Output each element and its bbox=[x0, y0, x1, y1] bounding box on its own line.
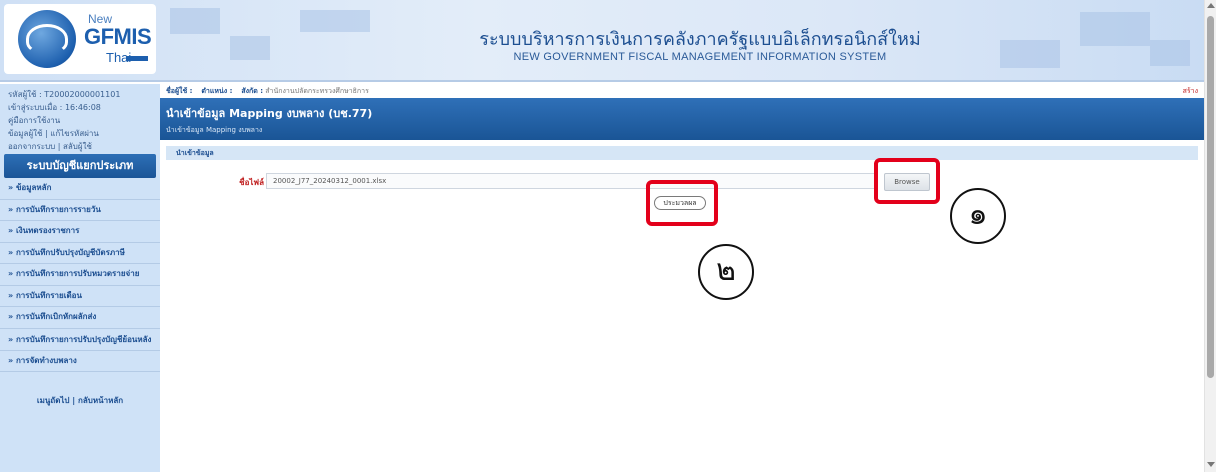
sidebar-menu: » ข้อมูลหลัก » การบันทึกรายการรายวัน » เ… bbox=[0, 178, 160, 372]
sidebar-header: ระบบบัญชีแยกประเภท bbox=[4, 154, 156, 178]
scroll-thumb[interactable] bbox=[1207, 16, 1214, 378]
file-name-input[interactable]: 20002_J77_20240312_0001.xlsx bbox=[266, 173, 878, 189]
sidebar-item-expense-adjust[interactable]: » การบันทึกรายการปรับหมวดรายจ่าย bbox=[0, 264, 160, 286]
sidebar: รหัสผู้ใช้ : T20002000001101 เข้าสู่ระบบ… bbox=[0, 84, 160, 472]
system-title-th: ระบบบริหารการเงินการคลังภาครัฐแบบอิเล็กท… bbox=[479, 29, 921, 50]
sidebar-item-monthly[interactable]: » การบันทึกรายเดือน bbox=[0, 286, 160, 307]
user-info: รหัสผู้ใช้ : T20002000001101 เข้าสู่ระบบ… bbox=[0, 84, 160, 157]
user-id-row: รหัสผู้ใช้ : T20002000001101 bbox=[8, 88, 152, 101]
next-menu-link[interactable]: เมนูถัดไป bbox=[37, 396, 70, 405]
gfmis-logo[interactable]: New GFMIS Thai bbox=[4, 4, 156, 74]
logo-bird-icon bbox=[26, 24, 68, 54]
sidebar-item-daily[interactable]: » การบันทึกรายการรายวัน bbox=[0, 200, 160, 221]
highlight-process bbox=[646, 180, 718, 226]
user-id-label: รหัสผู้ใช้ : bbox=[8, 90, 42, 99]
banner-tile bbox=[230, 36, 270, 60]
system-title-en: NEW GOVERNMENT FISCAL MANAGEMENT INFORMA… bbox=[513, 51, 887, 63]
login-time-label: เข้าสู่ระบบเมื่อ : bbox=[8, 103, 63, 112]
banner-tile bbox=[300, 10, 370, 32]
create-link[interactable]: สร้าง bbox=[1183, 84, 1198, 98]
scroll-down-icon[interactable] bbox=[1207, 462, 1215, 467]
scroll-up-icon[interactable] bbox=[1207, 3, 1215, 8]
sidebar-item-retro-adjust[interactable]: » การบันทึกรายการปรับปรุงบัญชีย้อนหลัง bbox=[0, 329, 160, 351]
annotation-step-2: ๒ bbox=[698, 244, 754, 300]
highlight-browse bbox=[874, 158, 940, 204]
banner-tile bbox=[1150, 40, 1190, 66]
agency-label: สังกัด : bbox=[241, 87, 264, 95]
user-info-link[interactable]: ข้อมูลผู้ใช้ bbox=[8, 129, 42, 138]
logo-name: GFMIS bbox=[84, 24, 152, 49]
logout-link[interactable]: ออกจากระบบ bbox=[8, 142, 55, 151]
login-time: 16:46:08 bbox=[64, 103, 101, 112]
sidebar-item-advance[interactable]: » เงินทดรองราชการ bbox=[0, 221, 160, 243]
section-header: นำเข้าข้อมูล bbox=[166, 146, 1198, 160]
page-title: นำเข้าข้อมูล Mapping งบพลาง (บช.77) bbox=[166, 107, 373, 120]
sidebar-item-tax-card[interactable]: » การบันทึกปรับปรุงบัญชีบัตรภาษี bbox=[0, 243, 160, 264]
logo-tag-icon bbox=[126, 56, 148, 61]
user-label: ชื่อผู้ใช้ : bbox=[166, 87, 193, 95]
home-link[interactable]: กลับหน้าหลัก bbox=[78, 396, 123, 405]
file-name-label: ชื่อไฟล์ bbox=[239, 178, 264, 187]
banner-tile bbox=[1080, 12, 1150, 46]
page-title-bar: นำเข้าข้อมูล Mapping งบพลาง (บช.77) นำเข… bbox=[160, 98, 1204, 140]
sidebar-item-deduction[interactable]: » การบันทึกเบิกหักผลักส่ง bbox=[0, 307, 160, 329]
user-bar: ชื่อผู้ใช้ : ตำแหน่ง : สังกัด : สำนักงาน… bbox=[160, 84, 1204, 98]
login-time-row: เข้าสู่ระบบเมื่อ : 16:46:08 bbox=[8, 101, 152, 114]
sidebar-footer: เมนูถัดไป | กลับหน้าหลัก bbox=[36, 396, 124, 405]
position-label: ตำแหน่ง : bbox=[201, 87, 233, 95]
header-banner: New GFMIS Thai ระบบบริหารการเงินการคลังภ… bbox=[0, 0, 1204, 82]
switch-user-link[interactable]: สลับผู้ใช้ bbox=[63, 142, 92, 151]
page: New GFMIS Thai ระบบบริหารการเงินการคลังภ… bbox=[0, 0, 1216, 472]
banner-tile bbox=[170, 8, 220, 34]
edit-profile-link[interactable]: แก้ไขรหัสผ่าน bbox=[50, 129, 99, 138]
agency-value: สำนักงานปลัดกระทรวงศึกษาธิการ bbox=[265, 87, 369, 95]
banner-tile bbox=[1000, 40, 1060, 68]
manual-link[interactable]: คู่มือการใช้งาน bbox=[8, 116, 60, 125]
page-scrollbar[interactable] bbox=[1204, 0, 1216, 472]
annotation-step-1: ๑ bbox=[950, 188, 1006, 244]
user-id: T20002000001101 bbox=[44, 90, 121, 99]
sidebar-item-master-data[interactable]: » ข้อมูลหลัก bbox=[0, 178, 160, 200]
sidebar-item-budget[interactable]: » การจัดทำงบพลาง bbox=[0, 351, 160, 372]
breadcrumb: นำเข้าข้อมูล Mapping งบพลาง bbox=[166, 126, 263, 134]
